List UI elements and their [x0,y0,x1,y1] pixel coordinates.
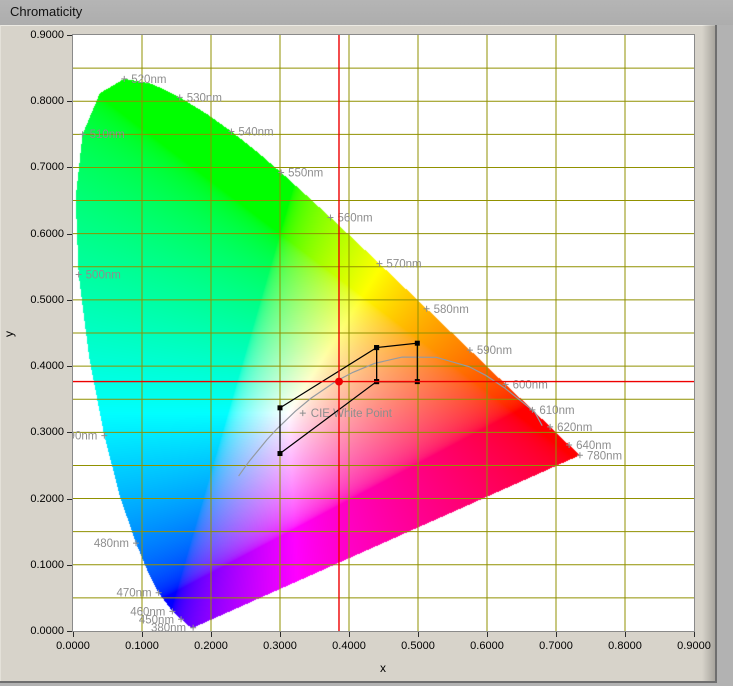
y-tick [67,101,72,102]
x-axis-label: x [353,661,413,675]
wavelength-marker-icon [80,131,86,137]
x-tick-label: 0.3000 [250,640,310,652]
panel-right-bevel [702,25,715,682]
y-tick-label: 0.2000 [14,493,64,505]
chromaticity-window: { "window": { "title": "Chromaticity" },… [0,0,733,686]
wavelength-label: 570nm [386,259,421,271]
wavelength-marker-icon [228,128,234,134]
x-tick-label: 0.7000 [526,640,586,652]
wavelength-label: 470nm [116,588,151,600]
wavelength-label: 560nm [337,212,372,224]
y-tick-label: 0.3000 [14,426,64,438]
y-tick [67,432,72,433]
wavelength-marker-icon [376,261,382,267]
white-point-marker-icon [300,410,306,416]
wavelength-marker-icon [177,94,183,100]
wavelength-label: 460nm [130,606,165,618]
panel-bottom-border [0,681,717,683]
y-tick-label: 0.1000 [14,559,64,571]
y-tick [67,234,72,235]
wavelength-label: 500nm [86,269,121,281]
x-tick-label: 0.2000 [181,640,241,652]
white-point-label: CIE White Point [311,408,393,420]
window-title: Chromaticity [10,4,82,19]
wavelength-label: 520nm [131,74,166,86]
wavelength-marker-icon [101,433,107,439]
y-tick-label: 0.7000 [14,161,64,173]
x-tick-label: 0.0000 [43,640,103,652]
gamut-polygon [280,348,377,454]
x-tick [73,632,74,637]
wavelength-label: 550nm [288,168,323,180]
wavelength-marker-icon [156,590,162,596]
wavelength-label: 580nm [434,304,469,316]
wavelength-marker-icon [178,616,184,622]
x-tick [487,632,488,637]
wavelength-marker-icon [566,442,572,448]
wavelength-marker-icon [467,347,473,353]
gamut-polygon [377,343,418,381]
y-tick-label: 0.0000 [14,625,64,637]
x-tick [211,632,212,637]
x-tick [625,632,626,637]
wavelength-marker-icon [577,452,583,458]
x-tick-label: 0.5000 [388,640,448,652]
x-tick [349,632,350,637]
gamut-vertex-marker [278,405,283,410]
wavelength-label: 590nm [477,345,512,357]
wavelength-label: 530nm [187,92,222,104]
x-tick-label: 0.8000 [595,640,655,652]
wavelength-marker-icon [190,625,196,631]
y-tick [67,565,72,566]
wavelength-marker-icon [278,170,284,176]
wavelength-label: 540nm [238,126,273,138]
gamut-vertex-marker [278,451,283,456]
y-tick [67,499,72,500]
wavelength-marker-icon [327,214,333,220]
wavelength-label: 610nm [539,405,574,417]
y-tick [67,35,72,36]
wavelength-label: 780nm [587,450,622,462]
x-tick [694,632,695,637]
y-tick-label: 0.9000 [14,29,64,41]
measured-point [335,378,343,386]
x-tick-label: 0.9000 [664,640,724,652]
wavelength-label: 480nm [94,538,129,550]
y-tick [67,300,72,301]
panel-right-border [715,25,717,683]
chart-overlay: 380nm450nm460nm470nm480nm490nm500nm510nm… [73,35,694,631]
wavelength-label: 510nm [90,129,125,141]
gamut-vertex-marker [374,345,379,350]
y-tick-label: 0.5000 [14,294,64,306]
x-tick [280,632,281,637]
wavelength-marker-icon [76,271,82,277]
x-tick [418,632,419,637]
wavelength-marker-icon [424,306,430,312]
x-tick [142,632,143,637]
y-tick [67,167,72,168]
title-bar: Chromaticity [0,0,733,25]
y-tick-label: 0.6000 [14,228,64,240]
wavelength-marker-icon [133,540,139,546]
x-tick-label: 0.6000 [457,640,517,652]
wavelength-label: 620nm [557,422,592,434]
plot-area[interactable]: 380nm450nm460nm470nm480nm490nm500nm510nm… [72,34,695,632]
wavelength-marker-icon [121,76,127,82]
gamut-vertex-marker [415,341,420,346]
x-tick-label: 0.4000 [319,640,379,652]
y-axis-label: y [2,331,16,337]
x-tick-label: 0.1000 [112,640,172,652]
y-tick-label: 0.4000 [14,360,64,372]
y-tick-label: 0.8000 [14,95,64,107]
y-tick [67,631,72,632]
wavelength-marker-icon [547,424,553,430]
x-tick [556,632,557,637]
y-tick [67,366,72,367]
wavelength-label: 490nm [73,431,97,443]
